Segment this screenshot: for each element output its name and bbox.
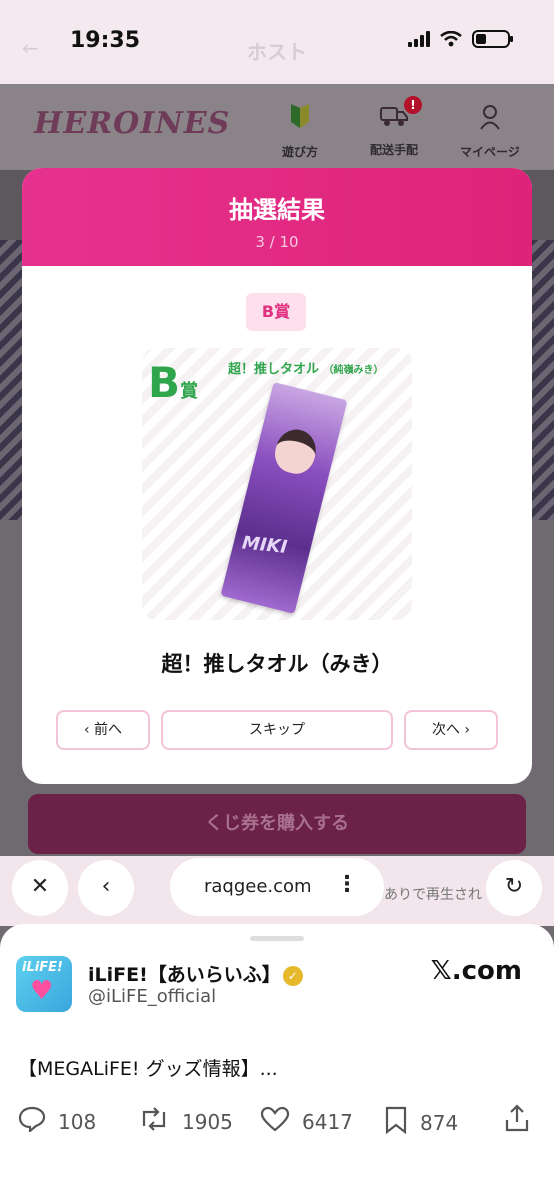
battery-icon (472, 30, 513, 48)
site-header: HEROINES 遊び方 ! 配送手配 マイページ (0, 84, 554, 170)
verified-badge-icon: ✓ (282, 965, 303, 986)
chevron-left-icon: ‹ (101, 874, 111, 899)
modal-title: 抽選結果 (229, 196, 325, 224)
nav-label: 配送手配 (370, 143, 419, 157)
card-item-name: 超！推しタオル （純嶺みき） (228, 362, 384, 377)
chevron-right-icon: › (464, 722, 471, 738)
skip-button[interactable]: スキップ (161, 710, 393, 750)
towel-print-text: MIKI (241, 532, 289, 559)
url-text: raqgee.com (204, 876, 312, 897)
back-button[interactable]: ‹ (78, 860, 134, 916)
reply-icon (18, 1106, 46, 1138)
decorative-stripe-right (530, 240, 554, 520)
reload-icon: ↻ (504, 874, 524, 899)
buy-ticket-button[interactable]: くじ券を購入する (28, 794, 526, 854)
shared-post-card[interactable]: iLiFE! ♥ iLiFE!【あいらいふ】 ✓ @iLiFE_official … (0, 924, 554, 1200)
reply-count: 108 (58, 1110, 97, 1134)
avatar-logo-text: iLiFE! (22, 960, 63, 975)
truck-icon: ! (370, 96, 423, 135)
towel-portrait (270, 425, 321, 478)
nav-label: マイページ (460, 145, 520, 159)
source-logo: 𝕏.com (430, 956, 522, 986)
like-button[interactable]: 6417 (260, 1106, 353, 1138)
background-text: ありで再生され (384, 887, 482, 903)
repost-count: 1905 (182, 1110, 233, 1134)
close-icon: ✕ (30, 874, 50, 899)
like-count: 6417 (302, 1110, 353, 1134)
account-handle: @iLiFE_official (88, 986, 217, 1007)
lottery-result-modal: 抽選結果 3 / 10 B賞 B賞 超！推しタオル （純嶺みき） MIKI 超！… (22, 168, 532, 784)
prize-rank-badge: B賞 (246, 293, 306, 331)
wifi-icon (440, 31, 462, 47)
repost-icon (138, 1106, 170, 1138)
repost-button[interactable]: 1905 (138, 1106, 233, 1138)
post-text: 【MEGALiFE! グッズ情報】... (18, 1058, 278, 1080)
card-rank-label: B賞 (148, 358, 199, 407)
close-browser-button[interactable]: ✕ (12, 860, 68, 916)
nav-mypage[interactable]: マイページ (460, 104, 520, 160)
more-icon[interactable]: ⋮ (336, 872, 358, 897)
account-name: iLiFE!【あいらいふ】 ✓ (88, 960, 303, 987)
beginner-mark-icon (282, 104, 318, 137)
bookmark-icon (384, 1106, 408, 1140)
next-button[interactable]: 次へ › (404, 710, 498, 750)
reload-button[interactable]: ↻ (486, 860, 542, 916)
nav-label: 遊び方 (282, 145, 319, 159)
nav-shipping[interactable]: ! 配送手配 (370, 96, 423, 158)
notification-badge: ! (404, 96, 423, 114)
share-icon[interactable] (504, 1104, 530, 1138)
bookmark-count: 874 (420, 1111, 459, 1135)
bookmark-button[interactable]: 874 (384, 1106, 458, 1140)
sheet-grabber[interactable] (250, 936, 304, 941)
decorative-stripe-left (0, 240, 24, 520)
towel-illustration: MIKI (220, 382, 348, 614)
site-logo[interactable]: HEROINES (34, 106, 230, 141)
chevron-left-icon: ‹ (83, 722, 90, 738)
cellular-signal-icon (408, 31, 430, 47)
prev-button[interactable]: ‹ 前へ (56, 710, 150, 750)
status-bar: ← ホスト 19:35 (0, 0, 554, 84)
nav-how-to-play[interactable]: 遊び方 (282, 104, 318, 160)
modal-header: 抽選結果 3 / 10 (22, 168, 532, 266)
prize-image: B賞 超！推しタオル （純嶺みき） MIKI (142, 348, 412, 620)
heart-logo-icon: ♥ (30, 976, 54, 1006)
avatar[interactable]: iLiFE! ♥ (16, 956, 72, 1012)
prize-title: 超！推しタオル（みき） (161, 652, 393, 676)
person-icon (460, 104, 520, 137)
heart-icon (260, 1106, 290, 1138)
url-bar[interactable]: raqgee.com ⋮ (170, 858, 384, 916)
status-icons (408, 30, 513, 48)
status-time: 19:35 (70, 28, 141, 53)
result-counter: 3 / 10 (255, 233, 299, 251)
reply-button[interactable]: 108 (18, 1106, 96, 1138)
